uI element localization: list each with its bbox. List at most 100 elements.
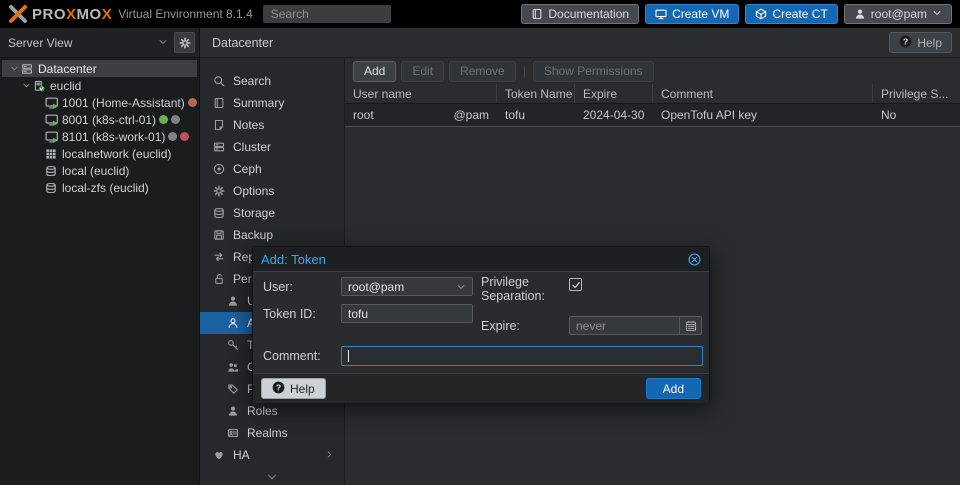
tree-item-8001-k8s-ctrl-01[interactable]: 8001 (k8s-ctrl-01) [2, 111, 197, 128]
menu-item-roles[interactable]: Roles [200, 400, 344, 422]
dialog-body: User: root@pam Privilege Separation: Tok… [253, 272, 709, 373]
tree-item-datacenter[interactable]: Datacenter [2, 60, 197, 77]
tree-item-euclid[interactable]: euclid [2, 77, 197, 94]
help-icon: ? [899, 35, 912, 51]
tag-dot [171, 115, 181, 124]
tree-item-local-zfs-euclid[interactable]: local-zfs (euclid) [2, 179, 197, 196]
view-selector-label: Server View [8, 35, 73, 50]
menu-item-cluster[interactable]: Cluster [200, 136, 344, 158]
cell-username: root @pam [353, 108, 489, 122]
monitor-icon [655, 8, 667, 20]
global-search-input[interactable] [262, 5, 391, 23]
dialog-header[interactable]: Add: Token [253, 247, 709, 272]
menu-item-realms[interactable]: Realms [200, 422, 344, 444]
network-icon [44, 148, 58, 160]
close-icon[interactable] [688, 252, 701, 266]
button-label: root@pam [870, 7, 927, 21]
privilege-separation-label: Privilege Separation: [481, 275, 545, 303]
column-header[interactable]: Token Name [497, 84, 575, 103]
tag-dot [168, 132, 178, 141]
help-button[interactable]: ? Help [889, 32, 952, 53]
dialog-add-button[interactable]: Add [645, 378, 701, 399]
comment-input[interactable] [341, 346, 703, 366]
book-icon [531, 8, 543, 20]
tree-item-1001-home-assistant[interactable]: 1001 (Home-Assistant) [2, 94, 209, 111]
brand-letter: X [101, 5, 113, 23]
edit-button: Edit [401, 60, 445, 82]
brand-wordmark: PROXMOX [32, 6, 112, 23]
page-title: Datacenter [212, 35, 274, 50]
comment-field-label: Comment: [263, 349, 321, 363]
menu-item-search[interactable]: Search [200, 70, 344, 92]
token-table-row[interactable]: root @pam tofu 2024-04-30 OpenTofu API key No [345, 104, 960, 127]
menu-item-label: Roles [247, 404, 278, 418]
user-menu-button[interactable]: root@pam [843, 4, 952, 24]
menu-item-storage[interactable]: Storage [200, 202, 344, 224]
menu-item-options[interactable]: Options [200, 180, 344, 202]
tree-item-label: euclid [50, 78, 82, 93]
create-ct-button[interactable]: Create CT [745, 4, 838, 24]
menu-item-label: Storage [233, 206, 276, 220]
user-solid-icon [226, 295, 240, 307]
add-button[interactable]: Add [353, 60, 397, 82]
column-header[interactable]: Privilege S... [873, 84, 960, 103]
datacenter-icon [20, 63, 34, 75]
tree-item-8101-k8s-work-01[interactable]: 8101 (k8s-work-01) [2, 128, 197, 145]
tag-dot [180, 132, 190, 141]
chevron-down-icon[interactable] [20, 81, 32, 90]
tokenid-input[interactable] [341, 304, 473, 323]
button-label: Documentation [548, 7, 630, 21]
note-icon [212, 119, 226, 131]
calendar-icon[interactable] [679, 317, 701, 334]
group-icon [226, 361, 240, 373]
privilege-separation-checkbox[interactable] [569, 278, 582, 291]
menu-item-label: Options [233, 184, 275, 198]
button-label: Create VM [672, 7, 730, 21]
column-header[interactable]: User name [345, 84, 497, 103]
cluster-icon [212, 141, 226, 153]
scroll-down-icon[interactable] [200, 471, 344, 483]
chevron-down-icon [932, 7, 942, 21]
resource-tree: Datacenter euclid 1001 (Home-Assistant) 800… [0, 58, 209, 196]
tree-item-localnetwork-euclid[interactable]: localnetwork (euclid) [2, 145, 197, 162]
menu-item-ceph[interactable]: Ceph [200, 158, 344, 180]
ceph-icon [212, 163, 226, 175]
column-header[interactable]: Expire [575, 84, 653, 103]
tokens-toolbar: Add Edit Remove | Show Permissions [345, 58, 960, 84]
menu-item-summary[interactable]: Summary [200, 92, 344, 114]
menu-item-backup[interactable]: Backup [200, 224, 344, 246]
chevron-down-icon[interactable] [158, 36, 168, 50]
view-selector[interactable]: Server View [0, 28, 199, 58]
tree-item-local-euclid[interactable]: local (euclid) [2, 162, 197, 179]
user-icon [854, 8, 866, 20]
documentation-button[interactable]: Documentation [521, 4, 640, 24]
tree-item-label: local (euclid) [62, 163, 130, 178]
cube-icon [755, 8, 767, 20]
chevron-down-icon [456, 282, 466, 292]
menu-item-label: Notes [233, 118, 265, 132]
user-select[interactable]: root@pam [341, 277, 473, 296]
tree-settings-button[interactable] [174, 32, 195, 53]
menu-item-ha[interactable]: HA [200, 444, 344, 466]
toolbar-separator: | [522, 64, 526, 78]
chevron-down-icon[interactable] [8, 64, 20, 73]
help-icon: ? [272, 381, 285, 397]
resource-tree-panel: Server View Datacenter euclid 1001 (Home-A… [0, 28, 209, 485]
create-vm-button[interactable]: Create VM [645, 4, 740, 24]
brand-letter: MO [76, 5, 102, 23]
content-header: Datacenter ? Help [200, 28, 960, 58]
tree-item-label: 8101 (k8s-work-01) [62, 129, 166, 144]
replication-icon [212, 251, 226, 263]
menu-item-notes[interactable]: Notes [200, 114, 344, 136]
vm-running-icon [44, 113, 58, 126]
column-header[interactable]: Comment [653, 84, 873, 103]
dialog-help-button[interactable]: ? Help [261, 378, 326, 399]
dialog-help-label: Help [290, 381, 315, 396]
menu-item-label: Realms [247, 426, 288, 440]
button-label: Create CT [772, 7, 828, 21]
cell-token-name: tofu [505, 108, 526, 122]
menu-item-label: Search [233, 74, 272, 88]
storage-icon [44, 182, 58, 194]
expire-input[interactable]: never [569, 316, 702, 335]
storage-icon [212, 207, 226, 219]
